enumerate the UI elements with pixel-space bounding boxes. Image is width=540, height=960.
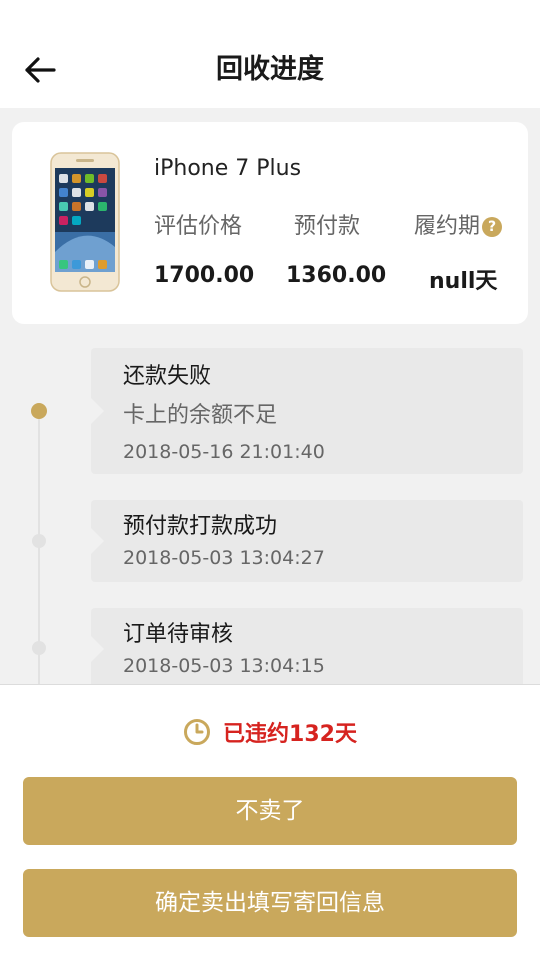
breach-status: 已违约132天 xyxy=(0,715,540,749)
progress-timeline: 还款失败 卡上的余额不足 2018-05-16 21:01:40 预付款打款成功… xyxy=(0,336,540,692)
timeline-item-desc: 卡上的余额不足 xyxy=(123,403,278,428)
timeline-item-time: 2018-05-03 13:04:27 xyxy=(123,547,325,569)
page-title: 回收进度 xyxy=(216,54,324,85)
metric-value-term: null天 xyxy=(429,269,498,294)
timeline-dot xyxy=(32,534,46,548)
product-card: iPhone 7 Plus 评估价格 预付款 履约期? 1700.00 1360… xyxy=(12,122,528,324)
term-label-text: 履约期 xyxy=(414,214,481,239)
metric-value-prepayment: 1360.00 xyxy=(286,263,387,288)
product-name: iPhone 7 Plus xyxy=(154,156,302,181)
help-icon[interactable]: ? xyxy=(482,217,503,237)
metric-label-term: 履约期? xyxy=(414,208,503,240)
iphone-image xyxy=(50,152,120,292)
timeline-item-time: 2018-05-03 13:04:15 xyxy=(123,655,325,677)
metric-label-appraisal: 评估价格 xyxy=(154,214,243,239)
breach-days-text: 已违约132天 xyxy=(223,722,357,747)
cancel-sale-button[interactable]: 不卖了 xyxy=(23,777,517,845)
confirm-sale-button[interactable]: 确定卖出填写寄回信息 xyxy=(23,869,517,937)
timeline-item-title: 还款失败 xyxy=(123,364,212,389)
timeline-dot xyxy=(32,641,46,655)
clock-icon xyxy=(184,719,211,745)
recycle-progress-screen: 回收进度 iPhone 7 Plus 评估价格 预付款 履约期 ? 1700.0… xyxy=(0,0,540,960)
app-header: 回收进度 xyxy=(0,0,540,108)
metric-label-prepayment: 预付款 xyxy=(294,214,361,239)
timeline-item: 还款失败 卡上的余额不足 2018-05-16 21:01:40 xyxy=(91,348,523,474)
bottom-action-panel: 已违约132天 不卖了 确定卖出填写寄回信息 xyxy=(0,684,540,960)
timeline-item-title: 订单待审核 xyxy=(123,622,234,647)
timeline-item-time: 2018-05-16 21:01:40 xyxy=(123,441,325,463)
metric-value-appraisal: 1700.00 xyxy=(154,263,255,288)
timeline-dot-active xyxy=(31,403,47,419)
timeline-item-title: 预付款打款成功 xyxy=(123,514,278,539)
timeline-item: 预付款打款成功 2018-05-03 13:04:27 xyxy=(91,500,523,582)
timeline-item: 订单待审核 2018-05-03 13:04:15 xyxy=(91,608,523,690)
